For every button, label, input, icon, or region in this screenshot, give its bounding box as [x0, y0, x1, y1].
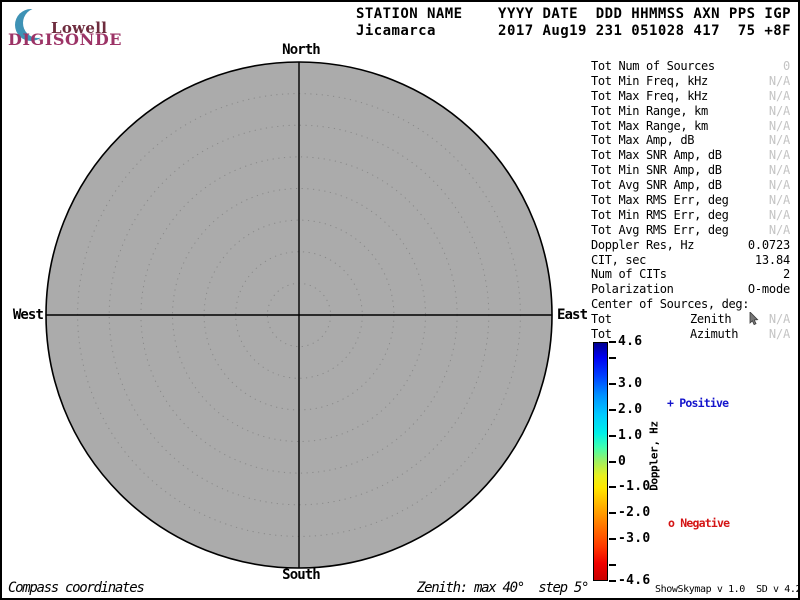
doppler-colorbar [593, 342, 608, 581]
stat-row: Tot Avg RMS Err, deg N/A [591, 223, 790, 238]
colorbar-tick [609, 486, 616, 488]
stat-row: Tot Num of Sources 0 [591, 59, 790, 74]
mouse-cursor-icon [749, 311, 761, 330]
stat-row: Center of Sources, deg: [591, 297, 790, 312]
stat-row: CIT, sec 13.84 [591, 253, 790, 268]
stat-value: N/A [769, 193, 790, 208]
legend-negative: o Negative [668, 516, 729, 530]
stat-label: Tot Min RMS Err, deg [591, 208, 729, 222]
stat-value: 0 [783, 59, 790, 74]
colorbar-axis-title: Doppler, Hz [648, 421, 661, 491]
stat-row: Tot Min SNR Amp, dB N/A [591, 163, 790, 178]
colorbar-tick [609, 409, 616, 411]
stat-value: N/A [769, 223, 790, 238]
stat-label: Tot Avg SNR Amp, dB [591, 178, 722, 192]
stat-row: Tot Max SNR Amp, dB N/A [591, 148, 790, 163]
colorbar-tick-label: -1.0 [618, 479, 651, 494]
stat-row: Tot Min Freq, kHz N/A [591, 74, 790, 89]
stat-row: Tot Max Freq, kHz N/A [591, 89, 790, 104]
stat-label: Num of CITs [591, 267, 667, 281]
stat-value: N/A [769, 119, 790, 134]
stat-value: 13.84 [755, 253, 790, 268]
header-column-titles: STATION NAME YYYY DATE DDD HHMMSS AXN PP… [356, 6, 791, 23]
stat-row: Tot Max RMS Err, deg N/A [591, 193, 790, 208]
zenith-range-label: Zenith: max 40° step 5° [417, 580, 588, 596]
compass-label-north: North [281, 42, 321, 58]
stat-value: O-mode [748, 282, 790, 297]
stat-value: N/A [769, 208, 790, 223]
stat-label: Tot Min Freq, kHz [591, 74, 708, 88]
stat-value: 2 [783, 267, 790, 282]
stat-label: Tot Max Freq, kHz [591, 89, 708, 103]
colorbar-tick-label: 3.0 [618, 376, 642, 391]
stat-label: Tot Min SNR Amp, dB [591, 163, 722, 177]
colorbar-tick [609, 564, 616, 566]
stat-value: N/A [769, 327, 790, 342]
stats-panel: Tot Num of Sources0Tot Min Freq, kHzN/AT… [591, 59, 790, 342]
stat-value: 0.0723 [748, 238, 790, 253]
colorbar-tick [609, 383, 616, 385]
colorbar-tick [609, 538, 616, 540]
colorbar-tick [609, 435, 616, 437]
colorbar-tick-label: -3.0 [618, 531, 651, 546]
compass-label-south: South [281, 567, 321, 583]
stat-value: N/A [769, 104, 790, 119]
stat-label: Doppler Res, Hz [591, 238, 694, 252]
stat-row: Tot Max Range, km N/A [591, 119, 790, 134]
colorbar-tick [609, 341, 616, 343]
coordinates-mode-label: Compass coordinates [8, 580, 143, 596]
colorbar-tick-label: -2.0 [618, 505, 651, 520]
showskymap-window: Lowell DIGISONDE STATION NAME YYYY DATE … [0, 0, 800, 600]
colorbar-tick [609, 512, 616, 514]
stat-value: N/A [769, 178, 790, 193]
stat-row: Tot Min Range, km N/A [591, 104, 790, 119]
stat-label: Tot [591, 312, 612, 326]
stat-label: Tot Max Amp, dB [591, 133, 694, 147]
colorbar-tick [609, 461, 616, 463]
lowell-digisonde-logo: Lowell DIGISONDE [0, 0, 140, 50]
stat-value: N/A [769, 89, 790, 104]
stat-value: N/A [769, 163, 790, 178]
stat-sublabel: Zenith [690, 312, 731, 327]
stat-label: Tot Avg RMS Err, deg [591, 223, 729, 237]
stat-row: Doppler Res, Hz 0.0723 [591, 238, 790, 253]
logo-text-digisonde: DIGISONDE [8, 30, 122, 49]
stat-label: Tot Num of Sources [591, 59, 715, 73]
stat-label: Center of Sources, deg: [591, 297, 749, 311]
stat-value: N/A [769, 74, 790, 89]
stat-label: Tot Max Range, km [591, 119, 708, 133]
stat-row: Num of CITs 2 [591, 267, 790, 282]
stat-row: Polarization O-mode [591, 282, 790, 297]
compass-label-west: West [0, 307, 43, 323]
stat-label: Polarization [591, 282, 674, 296]
stat-label: Tot Max RMS Err, deg [591, 193, 729, 207]
legend-positive: + Positive [667, 396, 728, 410]
stat-value: N/A [769, 312, 790, 327]
stat-value: N/A [769, 148, 790, 163]
header-station-values: Jicamarca 2017 Aug19 231 051028 417 75 +… [356, 23, 791, 40]
station-header: STATION NAME YYYY DATE DDD HHMMSS AXN PP… [356, 6, 791, 40]
stat-label: Tot [591, 327, 612, 341]
colorbar-tick-label: 0 [618, 454, 626, 469]
colorbar-tick-label: 2.0 [618, 402, 642, 417]
stat-row: Tot Max Amp, dB N/A [591, 133, 790, 148]
colorbar-tick-label: 1.0 [618, 428, 642, 443]
stat-label: CIT, sec [591, 253, 646, 267]
colorbar-tick [609, 580, 616, 582]
colorbar-tick [609, 357, 616, 359]
colorbar-tick-label: 4.6 [618, 334, 642, 349]
stat-label: Tot Min Range, km [591, 104, 708, 118]
stat-value: N/A [769, 133, 790, 148]
stat-row: Tot Avg SNR Amp, dB N/A [591, 178, 790, 193]
stat-label: Tot Max SNR Amp, dB [591, 148, 722, 162]
stat-row: Tot Min RMS Err, deg N/A [591, 208, 790, 223]
stat-sublabel: Azimuth [690, 327, 738, 342]
version-label: ShowSkymap v 1.0 SD v 4.2 [655, 584, 800, 595]
colorbar-tick-label: -4.6 [618, 573, 651, 588]
